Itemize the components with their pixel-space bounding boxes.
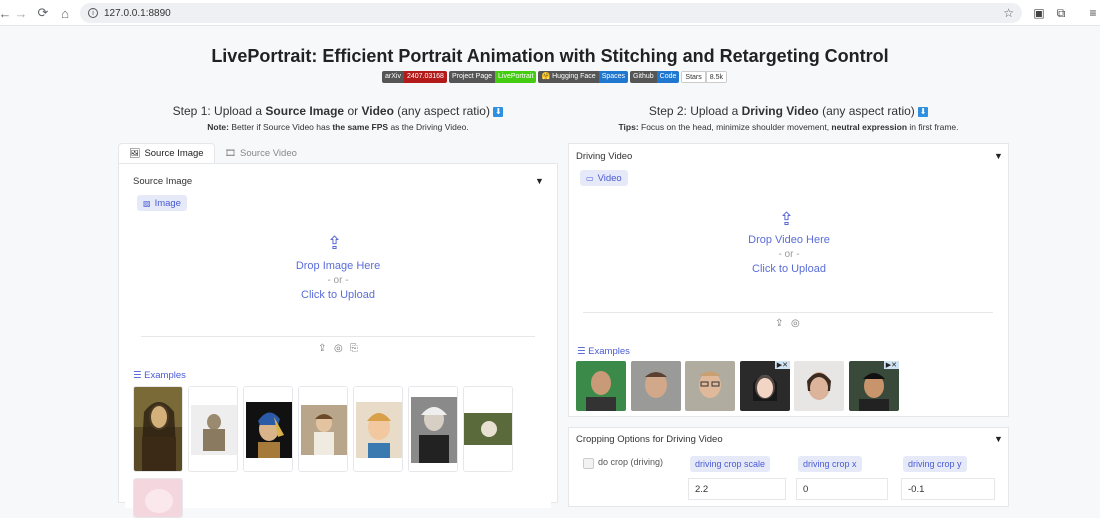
do-crop-label: do crop (driving) — [598, 457, 664, 467]
address-bar[interactable]: i 127.0.0.1:8890 ☆ — [80, 3, 1022, 23]
do-crop-checkbox[interactable] — [583, 458, 594, 469]
download-arrow-icon: ⬇ — [493, 106, 504, 117]
collapse-caret-icon[interactable]: ▼ — [994, 151, 1003, 161]
upload-icon: ⇪ — [327, 233, 343, 253]
example-thumb-einstein[interactable] — [408, 386, 458, 472]
collapse-caret-icon[interactable]: ▼ — [535, 176, 544, 186]
driving-example-2[interactable] — [631, 361, 681, 411]
play-ad-icon[interactable]: ▶✕ — [774, 361, 790, 369]
image-icon: 🖼 — [129, 148, 141, 158]
source-image-block: Source Image ▼ ▨ Image ⇪ Drop Image Here… — [125, 168, 551, 518]
cropping-options-label: Cropping Options for Driving Video — [576, 434, 723, 445]
click-to-upload-text: Click to Upload — [301, 289, 375, 301]
or-text: - or - — [327, 275, 349, 286]
step2-tips: Tips: Focus on the head, minimize should… — [618, 122, 959, 132]
example-thumb-monkey[interactable] — [463, 386, 513, 472]
driving-video-label: Driving Video — [576, 151, 633, 162]
driving-crop-scale-label: driving crop scale — [690, 456, 771, 472]
divider — [583, 312, 993, 313]
tab-source-video[interactable]: 🎞 Source Video — [215, 143, 307, 163]
driving-crop-x-input[interactable]: 0 — [796, 478, 888, 500]
example-thumb-pearl-earring[interactable] — [243, 386, 293, 472]
reload-icon[interactable]: ⟳ — [32, 2, 54, 24]
site-info-icon[interactable]: i — [88, 8, 98, 18]
tab-source-image[interactable]: 🖼 Source Image — [118, 143, 215, 163]
image-upload-dropzone[interactable]: ⇪ Drop Image Here - or - Click to Upload — [125, 223, 551, 333]
project-page-badge[interactable]: Project Page LivePortrait — [448, 71, 537, 83]
arxiv-badge[interactable]: arXiv 2407.03168 — [382, 71, 447, 83]
step1-heading: Step 1: Upload a Source Image or Video (… — [172, 104, 504, 118]
step1-note: Note: Better if Source Video has the sam… — [207, 122, 469, 132]
upload-tool-icon[interactable]: ⇪ — [775, 318, 783, 329]
driving-crop-scale-input[interactable]: 2.2 — [688, 478, 786, 500]
example-thumb-cartoon-boy[interactable] — [353, 386, 403, 472]
einstein-image — [409, 387, 457, 471]
browser-toolbar: ← → ⟳ ⌂ i 127.0.0.1:8890 ☆ ▣ ⧉ ≡ — [0, 0, 1100, 26]
drop-video-text: Drop Video Here — [748, 234, 830, 246]
examples-label: ☰ Examples — [133, 370, 186, 381]
driving-example-3[interactable] — [685, 361, 735, 411]
man-face-image — [631, 361, 681, 411]
image-chip: ▨ Image — [137, 195, 187, 211]
extension-icon[interactable]: ▣ — [1030, 4, 1048, 22]
download-arrow-icon: ⬇ — [918, 106, 929, 117]
or-text: - or - — [778, 249, 800, 260]
play-ad-icon[interactable]: ▶✕ — [883, 361, 899, 369]
example-thumb-cat[interactable] — [133, 478, 183, 518]
clipboard-icon[interactable]: ⎘ — [350, 343, 358, 354]
webcam-icon[interactable]: ◎ — [791, 318, 800, 329]
driving-example-4[interactable]: ▶✕ — [740, 361, 790, 411]
source-image-label: Source Image — [133, 176, 193, 187]
menu-icon[interactable]: ≡ — [1084, 4, 1100, 22]
monkey-image — [464, 387, 512, 471]
driving-example-6[interactable]: ▶✕ — [849, 361, 899, 411]
driving-example-1[interactable] — [576, 361, 626, 411]
example-thumb-mona-lisa[interactable] — [133, 386, 183, 472]
driving-example-5[interactable] — [794, 361, 844, 411]
driving-crop-y-input[interactable]: -0.1 — [901, 478, 995, 500]
puzzle-extensions-icon[interactable]: ⧉ — [1052, 4, 1070, 22]
page-title: LivePortrait: Efficient Portrait Animati… — [211, 46, 889, 66]
collapse-caret-icon[interactable]: ▼ — [994, 434, 1003, 444]
man-green-bg-image — [576, 361, 626, 411]
click-to-upload-text: Click to Upload — [752, 263, 826, 275]
upload-icon: ⇪ — [779, 209, 795, 229]
child-painting-image — [299, 387, 347, 471]
forward-arrow-icon[interactable]: → — [10, 2, 32, 24]
example-thumb-terracotta[interactable] — [188, 386, 238, 472]
huggingface-badge[interactable]: 🤗 Hugging Face Spaces — [538, 71, 629, 83]
home-icon[interactable]: ⌂ — [54, 2, 76, 24]
image-icon: ▨ — [143, 198, 151, 208]
terracotta-warrior-image — [189, 387, 237, 471]
example-thumb-child[interactable] — [298, 386, 348, 472]
driving-crop-x-label: driving crop x — [798, 456, 862, 472]
girl-pearl-earring-image — [244, 387, 292, 471]
cropping-options-panel: Cropping Options for Driving Video ▼ do … — [568, 427, 1009, 507]
video-chip: ▭ Video — [580, 170, 628, 186]
video-icon: 🎞 — [224, 147, 237, 158]
source-tabs: 🖼 Source Image 🎞 Source Video — [118, 143, 307, 163]
source-image-panel: Source Image ▼ ▨ Image ⇪ Drop Image Here… — [118, 163, 558, 518]
man-glasses-image — [685, 361, 735, 411]
mona-lisa-image — [134, 387, 182, 471]
github-badge[interactable]: Github Code — [630, 71, 680, 83]
examples-label: ☰ Examples — [577, 346, 630, 357]
upload-tool-icon[interactable]: ⇪ — [318, 343, 326, 354]
stars-badge[interactable]: Stars 8.5k — [681, 71, 727, 83]
driving-crop-y-label: driving crop y — [903, 456, 967, 472]
step2-heading: Step 2: Upload a Driving Video (any aspe… — [648, 104, 929, 118]
woman-face-image — [794, 361, 844, 411]
bookmark-star-icon[interactable]: ☆ — [1003, 6, 1014, 20]
webcam-icon[interactable]: ◎ — [334, 343, 343, 354]
video-upload-dropzone[interactable]: ⇪ Drop Video Here - or - Click to Upload — [569, 204, 1010, 314]
video-icon: ▭ — [586, 173, 594, 183]
badge-row: arXiv 2407.03168 Project Page LivePortrait… — [382, 71, 727, 83]
divider — [141, 336, 535, 337]
cartoon-boy-image — [354, 387, 402, 471]
cat-image — [134, 479, 182, 517]
url-text: 127.0.0.1:8890 — [104, 7, 171, 19]
drop-image-text: Drop Image Here — [295, 260, 381, 272]
